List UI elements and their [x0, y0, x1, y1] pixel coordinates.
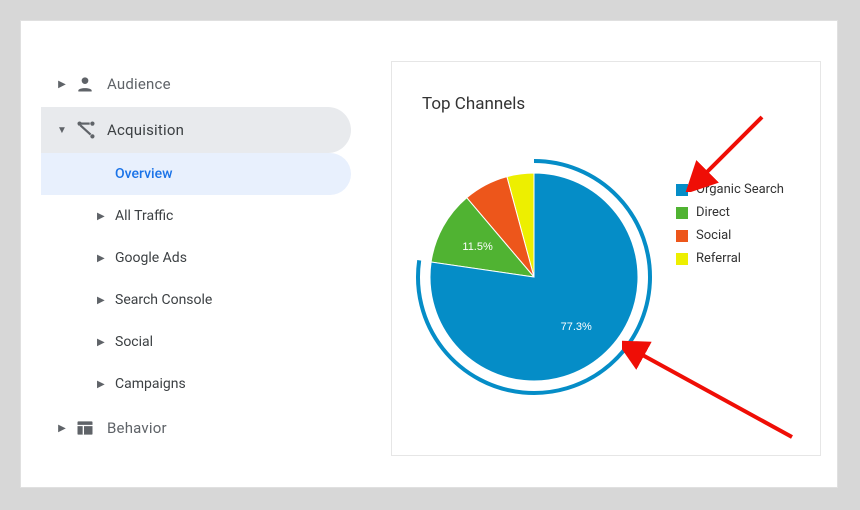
subitem-overview[interactable]: Overview [41, 153, 351, 195]
subitem-label: All Traffic [115, 208, 173, 224]
subitem-search-console[interactable]: ▶ Search Console [41, 279, 351, 321]
svg-text:77.3%: 77.3% [561, 321, 592, 333]
audience-icon [75, 74, 107, 94]
top-channels-card: Top Channels 11.5% 77.3% Organic Search D… [391, 61, 821, 456]
subitem-social[interactable]: ▶ Social [41, 321, 351, 363]
sidebar-item-behavior[interactable]: ▶ Behavior [41, 405, 351, 451]
svg-text:11.5%: 11.5% [462, 241, 493, 253]
subitem-label: Overview [115, 166, 172, 182]
legend-swatch [676, 253, 688, 265]
legend-item-social[interactable]: Social [676, 228, 784, 243]
sidebar-item-acquisition[interactable]: ▼ Acquisition [41, 107, 351, 153]
subitem-label: Google Ads [115, 250, 187, 266]
chart-legend: Organic Search Direct Social Referral [676, 182, 784, 274]
subitem-google-ads[interactable]: ▶ Google Ads [41, 237, 351, 279]
subitem-label: Search Console [115, 292, 212, 308]
sidebar-item-label: Audience [107, 75, 171, 93]
sidebar-item-label: Acquisition [107, 121, 184, 139]
behavior-icon [75, 418, 107, 438]
caret-down-icon: ▼ [53, 125, 71, 136]
legend-item-direct[interactable]: Direct [676, 205, 784, 220]
annotation-arrow [682, 107, 772, 192]
caret-right-icon: ▶ [97, 337, 115, 348]
subitem-label: Social [115, 334, 153, 350]
annotation-arrow [622, 337, 802, 447]
acquisition-submenu: Overview ▶ All Traffic ▶ Google Ads ▶ Se… [41, 153, 351, 405]
caret-right-icon: ▶ [53, 423, 71, 434]
caret-right-icon: ▶ [97, 379, 115, 390]
sidebar: ▶ Audience ▼ Acquisition Overview [41, 61, 351, 451]
legend-label: Social [696, 228, 731, 243]
legend-swatch [676, 230, 688, 242]
subitem-all-traffic[interactable]: ▶ All Traffic [41, 195, 351, 237]
subitem-campaigns[interactable]: ▶ Campaigns [41, 363, 351, 405]
legend-label: Referral [696, 251, 741, 266]
caret-right-icon: ▶ [97, 211, 115, 222]
legend-label: Direct [696, 205, 730, 220]
sidebar-item-audience[interactable]: ▶ Audience [41, 61, 351, 107]
caret-right-icon: ▶ [97, 295, 115, 306]
legend-item-referral[interactable]: Referral [676, 251, 784, 266]
app-frame: ▶ Audience ▼ Acquisition Overview [20, 20, 838, 488]
subitem-label: Campaigns [115, 376, 186, 392]
pie-chart: 11.5% 77.3% [414, 157, 654, 397]
sidebar-item-label: Behavior [107, 419, 167, 437]
legend-swatch [676, 207, 688, 219]
caret-right-icon: ▶ [53, 79, 71, 90]
card-title: Top Channels [422, 94, 525, 114]
acquisition-icon [75, 119, 107, 141]
caret-right-icon: ▶ [97, 253, 115, 264]
